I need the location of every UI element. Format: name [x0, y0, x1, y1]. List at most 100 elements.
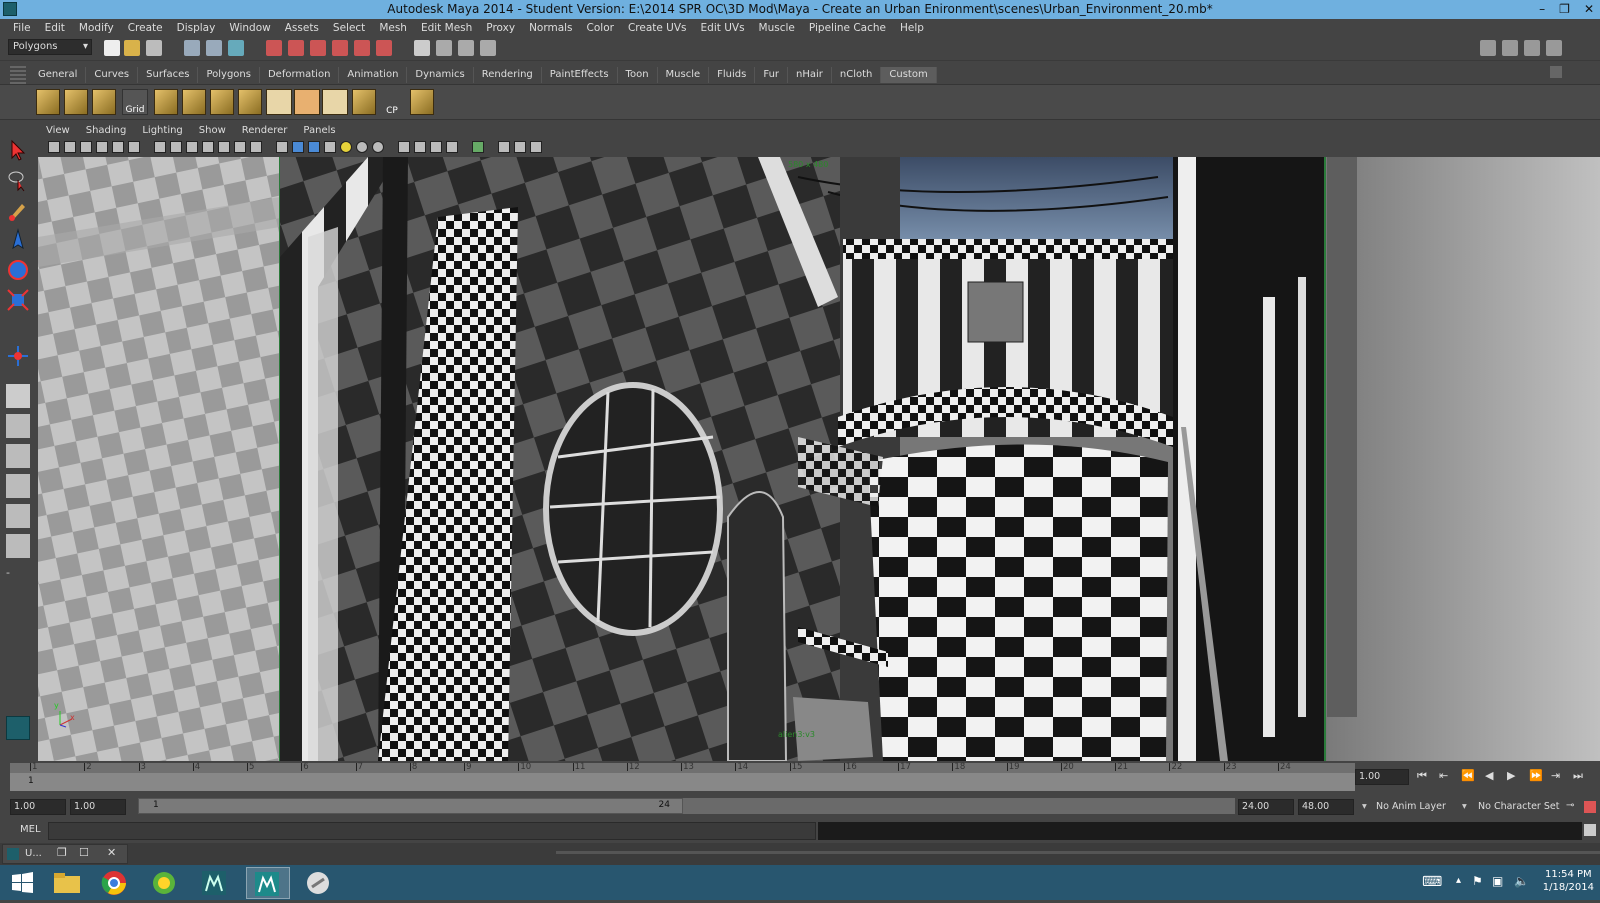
- xray-joints-icon[interactable]: [446, 141, 458, 153]
- play-forwards-icon[interactable]: ▶: [1507, 769, 1515, 782]
- storefront-mesh[interactable]: [868, 444, 1168, 762]
- persp-hypershade-layout-icon[interactable]: [6, 504, 30, 528]
- anim-layer-dropdown[interactable]: No Anim Layer: [1376, 801, 1446, 812]
- minimize-button[interactable]: –: [1539, 0, 1545, 19]
- grid-toggle-icon[interactable]: [154, 141, 166, 153]
- menu-edit-mesh[interactable]: Edit Mesh: [414, 22, 479, 34]
- hud-toggle-icon[interactable]: [472, 141, 484, 153]
- persp-outliner-layout-icon[interactable]: [6, 444, 30, 468]
- auto-key-icon[interactable]: ⊸: [1566, 800, 1574, 811]
- start-time-field[interactable]: 1.00: [10, 799, 66, 815]
- range-slider-bar[interactable]: 1 24: [138, 798, 683, 814]
- layout-more-icon[interactable]: -: [6, 566, 30, 580]
- camera-attributes-icon[interactable]: [64, 141, 76, 153]
- use-all-lights-icon[interactable]: [340, 141, 352, 153]
- shelf-tool-7-icon[interactable]: [210, 89, 234, 115]
- safe-title-icon[interactable]: [250, 141, 262, 153]
- move-tool-icon[interactable]: [6, 228, 30, 252]
- file-explorer-icon[interactable]: [46, 867, 90, 899]
- viewport-scene[interactable]: [38, 157, 1600, 761]
- minimized-window[interactable]: U... ❐ ☐ ✕: [2, 844, 128, 864]
- menu-window[interactable]: Window: [222, 22, 277, 34]
- menu-muscle[interactable]: Muscle: [752, 22, 802, 34]
- persp-graph-outliner-layout-icon[interactable]: [6, 534, 30, 558]
- scale-tool-icon[interactable]: [6, 288, 30, 312]
- share-view-icon[interactable]: [530, 141, 542, 153]
- shelf-tool-1-icon[interactable]: [36, 89, 60, 115]
- panel-menu-lighting[interactable]: Lighting: [134, 124, 190, 138]
- tab-general[interactable]: General: [30, 67, 87, 83]
- menu-select[interactable]: Select: [326, 22, 372, 34]
- shelf-tool-3-icon[interactable]: [92, 89, 116, 115]
- restore-button[interactable]: ❐: [1559, 0, 1570, 19]
- panel-menu-panels[interactable]: Panels: [295, 124, 343, 138]
- gate-mask-icon[interactable]: [202, 141, 214, 153]
- new-scene-icon[interactable]: [104, 40, 120, 56]
- perspective-viewport[interactable]: 580 x 480 alien3:v3 y x: [38, 157, 1600, 761]
- open-scene-icon[interactable]: [124, 40, 140, 56]
- lasso-tool-icon[interactable]: [6, 168, 30, 192]
- history-icon[interactable]: [376, 40, 392, 56]
- menu-edit[interactable]: Edit: [38, 22, 72, 34]
- close-button[interactable]: ✕: [1584, 0, 1594, 19]
- 2d-pan-zoom-icon[interactable]: [112, 141, 124, 153]
- snap-grid-icon[interactable]: [266, 40, 282, 56]
- panel-menu-view[interactable]: View: [38, 124, 78, 138]
- snap-point-icon[interactable]: [310, 40, 326, 56]
- step-forward-frame-icon[interactable]: ⏩: [1529, 769, 1543, 782]
- paint-select-tool-icon[interactable]: [6, 198, 30, 222]
- manipulator-tool-icon[interactable]: [6, 344, 30, 368]
- xray-active-components-icon[interactable]: [430, 141, 442, 153]
- menu-mesh[interactable]: Mesh: [372, 22, 414, 34]
- step-forward-key-icon[interactable]: ⇥: [1551, 769, 1560, 782]
- select-component-icon[interactable]: [228, 40, 244, 56]
- round-window-mesh[interactable]: [543, 382, 723, 636]
- grid-shelf-button[interactable]: Grid: [122, 89, 148, 115]
- command-input[interactable]: [48, 822, 816, 840]
- ipr-render-icon[interactable]: [458, 40, 474, 56]
- grease-pencil-icon[interactable]: [128, 141, 140, 153]
- menu-display[interactable]: Display: [170, 22, 223, 34]
- shelf-tool-9-icon[interactable]: [266, 89, 292, 115]
- tab-animation[interactable]: Animation: [339, 67, 408, 83]
- select-hierarchy-icon[interactable]: [184, 40, 200, 56]
- snap-view-plane-icon[interactable]: [332, 40, 348, 56]
- menu-help[interactable]: Help: [893, 22, 931, 34]
- safe-action-icon[interactable]: [234, 141, 246, 153]
- persp-graph-layout-icon[interactable]: [6, 474, 30, 498]
- current-time-field[interactable]: 1.00: [1355, 769, 1409, 785]
- snap-curve-icon[interactable]: [288, 40, 304, 56]
- shadows-icon[interactable]: [356, 141, 368, 153]
- viewport-2-icon[interactable]: [514, 141, 526, 153]
- tab-curves[interactable]: Curves: [86, 67, 139, 83]
- tab-fluids[interactable]: Fluids: [709, 67, 756, 83]
- restore-window-icon[interactable]: ❐: [57, 846, 67, 859]
- step-back-frame-icon[interactable]: ⏪: [1461, 769, 1475, 782]
- scrollbar[interactable]: [556, 851, 1600, 854]
- menu-proxy[interactable]: Proxy: [479, 22, 522, 34]
- save-scene-icon[interactable]: [146, 40, 162, 56]
- keyboard-icon[interactable]: ⌨: [1422, 874, 1442, 890]
- render-frame-icon[interactable]: [436, 40, 452, 56]
- go-to-start-icon[interactable]: ⏮: [1417, 769, 1427, 783]
- tab-nhair[interactable]: nHair: [788, 67, 832, 83]
- attribute-editor-toggle-icon[interactable]: [1480, 40, 1496, 56]
- shelf-menu-icon[interactable]: [1550, 66, 1562, 78]
- app-icon[interactable]: [144, 867, 188, 899]
- menu-modify[interactable]: Modify: [72, 22, 121, 34]
- script-editor-icon[interactable]: [1584, 824, 1596, 836]
- menu-create[interactable]: Create: [121, 22, 170, 34]
- rotate-tool-icon[interactable]: [6, 258, 30, 282]
- isolate-select-icon[interactable]: [398, 141, 410, 153]
- menu-color[interactable]: Color: [580, 22, 621, 34]
- shelf-tool-11-icon[interactable]: [322, 89, 348, 115]
- far-right-wall-mesh[interactable]: [1327, 157, 1600, 761]
- tab-muscle[interactable]: Muscle: [658, 67, 710, 83]
- chrome-icon[interactable]: [94, 867, 138, 899]
- xray-icon[interactable]: [414, 141, 426, 153]
- close-window-icon[interactable]: ✕: [107, 846, 116, 859]
- image-plane-icon[interactable]: [96, 141, 108, 153]
- panel-menu-show[interactable]: Show: [191, 124, 234, 138]
- wireframe-icon[interactable]: [276, 141, 288, 153]
- menu-assets[interactable]: Assets: [278, 22, 326, 34]
